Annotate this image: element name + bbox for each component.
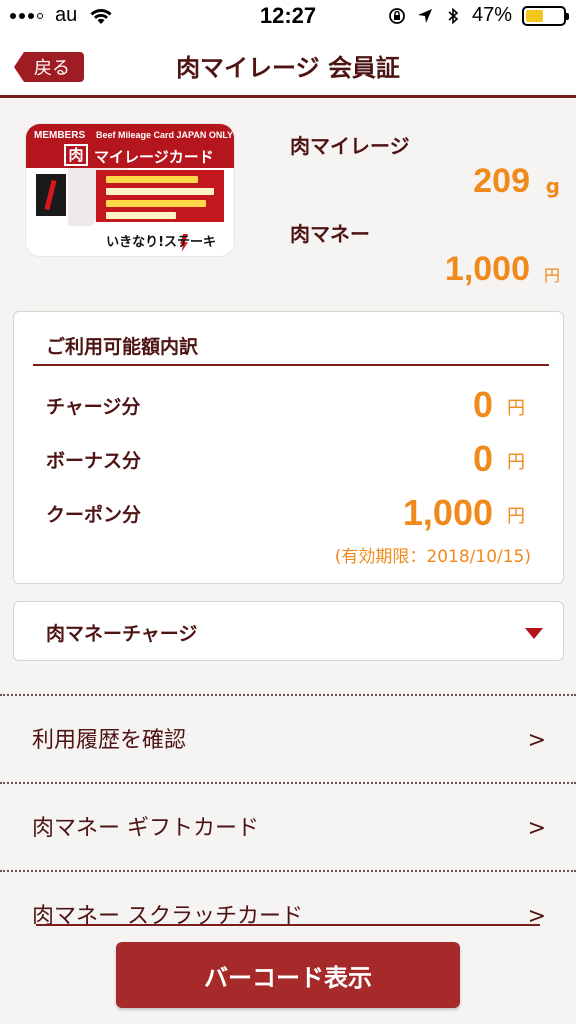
status-bar: au 12:27 47% — [0, 0, 576, 34]
card-info-panel — [96, 170, 224, 222]
card-members-text: MEMBERS — [34, 130, 86, 141]
money-charge-label: 肉マネーチャージ — [46, 623, 198, 645]
usage-history-link[interactable]: 利用履歴を確認 > — [0, 696, 576, 782]
bonus-amount-value: 0 — [472, 438, 493, 479]
coupon-amount-unit: 円 — [507, 506, 525, 527]
card-logo-icon — [36, 174, 66, 216]
page-title: 肉マイレージ 会員証 — [176, 54, 400, 82]
charge-amount-label: チャージ分 — [46, 396, 141, 418]
card-info-line — [106, 200, 206, 207]
nav-bar: 戻る 肉マイレージ 会員証 — [0, 34, 576, 98]
status-right: 47% — [388, 4, 569, 27]
mileage-unit: g — [545, 174, 560, 198]
chevron-right-icon: > — [527, 728, 546, 753]
battery-fill — [526, 9, 543, 22]
breakdown-title: ご利用可能額内訳 — [46, 336, 199, 358]
charge-amount-value: 0 — [472, 384, 493, 425]
money-charge-dropdown[interactable]: 肉マネーチャージ — [13, 601, 564, 661]
chevron-right-icon: > — [527, 816, 546, 841]
gift-card-link[interactable]: 肉マネー ギフトカード > — [0, 784, 576, 870]
battery-icon — [522, 5, 569, 26]
balance-breakdown-panel: ご利用可能額内訳 チャージ分 0 円 ボーナス分 0 円 クーポン分 1,000… — [13, 311, 564, 584]
bottom-divider — [36, 924, 540, 926]
show-barcode-button[interactable]: バーコード表示 — [116, 942, 460, 1008]
card-beef-text: Beef Mileage Card JAPAN ONLY — [96, 130, 234, 140]
bonus-amount-unit: 円 — [507, 452, 525, 473]
mileage-value: 209 — [473, 162, 530, 200]
battery-percent: 47% — [471, 4, 512, 26]
card-name-text: マイレージカード — [94, 148, 214, 166]
money-label: 肉マネー — [290, 222, 370, 246]
list-item-label: 利用履歴を確認 — [32, 728, 187, 753]
coupon-amount-label: クーポン分 — [46, 504, 142, 526]
orientation-lock-icon — [389, 7, 405, 24]
card-info-line — [106, 212, 176, 219]
bluetooth-icon — [448, 7, 459, 24]
card-info-line — [106, 176, 198, 183]
member-card-image: MEMBERS Beef Mileage Card JAPAN ONLY 肉 マ… — [26, 124, 234, 256]
money-unit: 円 — [543, 266, 560, 285]
money-value: 1,000 — [444, 250, 530, 288]
expiry-date-text: (有効期限：2018/10/15) — [334, 547, 531, 567]
chevron-down-icon — [525, 628, 543, 639]
card-brand-text: いきなり!ステーキ — [106, 235, 216, 250]
card-info-line — [106, 188, 214, 195]
breakdown-divider — [33, 364, 549, 366]
mileage-label: 肉マイレージ — [290, 134, 410, 158]
bonus-amount-label: ボーナス分 — [46, 450, 142, 472]
card-niku-mark: 肉 — [64, 144, 88, 166]
list-item-label: 肉マネー ギフトカード — [32, 816, 259, 841]
charge-amount-unit: 円 — [507, 398, 525, 419]
coupon-amount-value: 1,000 — [402, 492, 493, 533]
location-icon — [417, 8, 432, 23]
